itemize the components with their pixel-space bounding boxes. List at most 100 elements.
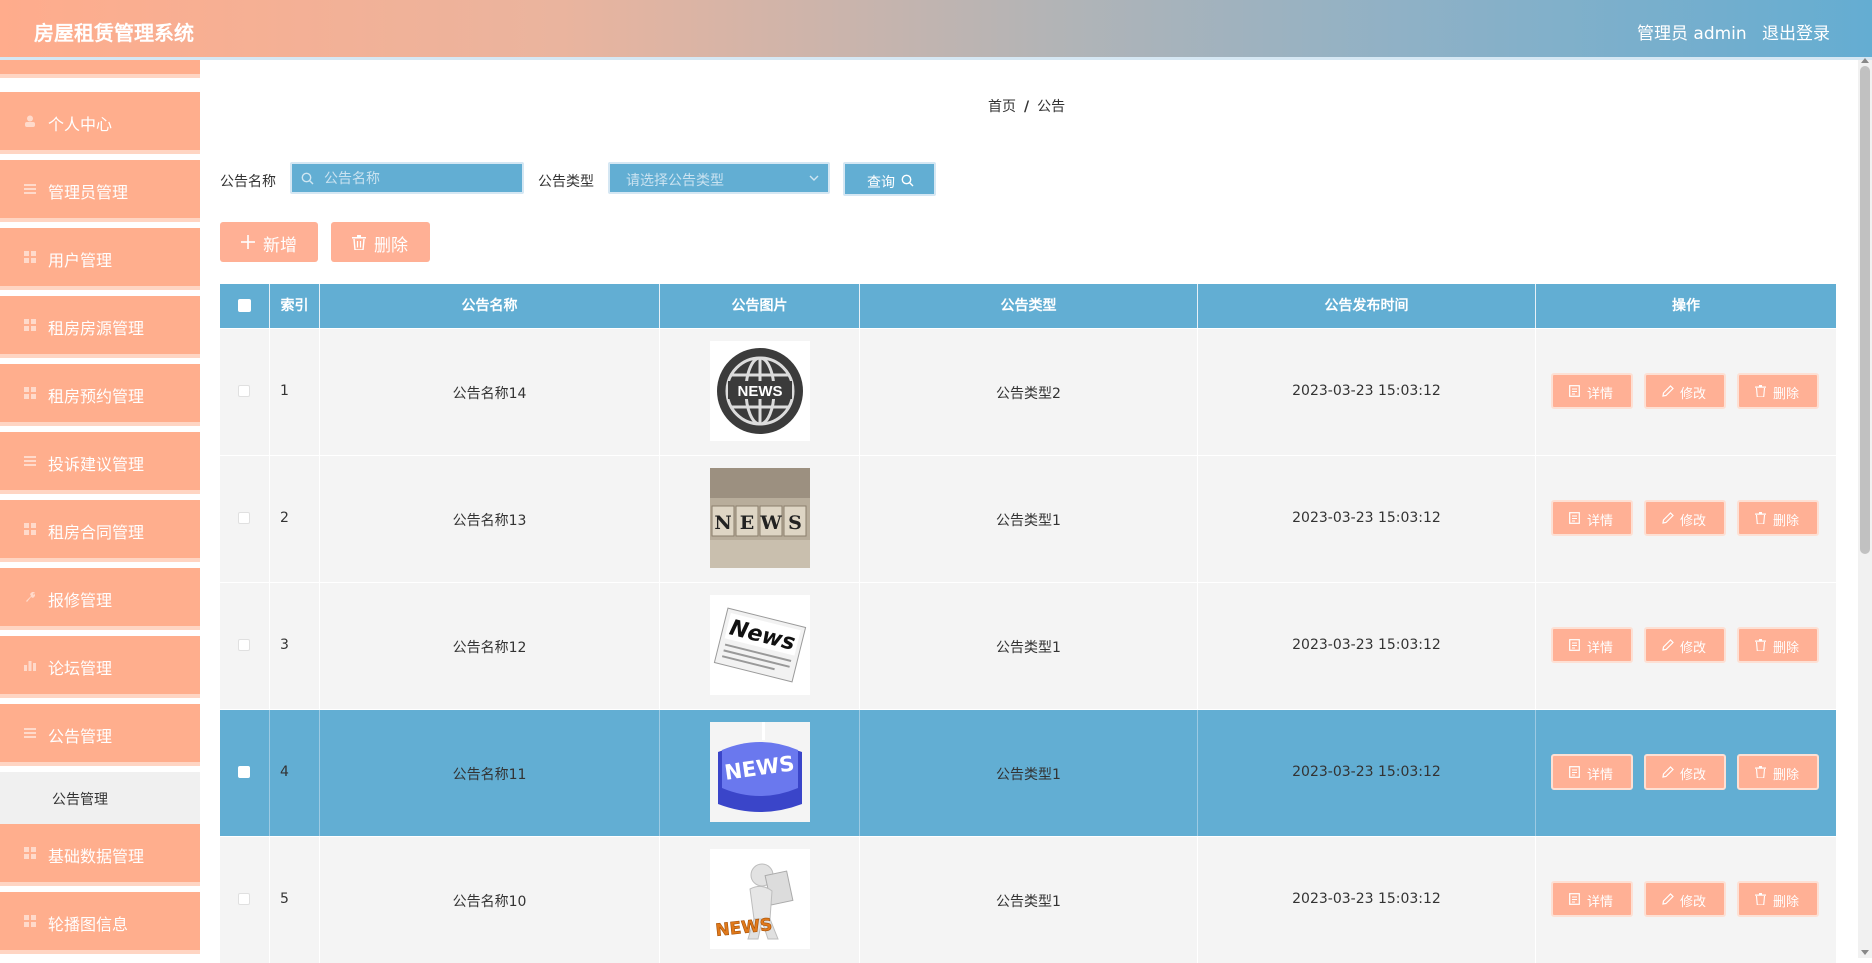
user-icon bbox=[25, 115, 35, 127]
edit-icon bbox=[1662, 639, 1674, 651]
sidebar-item-listings[interactable]: 租房房源管理 bbox=[0, 296, 200, 358]
edit-label: 修改 bbox=[1680, 768, 1707, 783]
row-delete-button[interactable]: 删除 bbox=[1737, 373, 1819, 409]
detail-label: 详情 bbox=[1587, 768, 1614, 783]
submenu-item-announcements[interactable]: 公告管理 bbox=[0, 772, 200, 824]
detail-button[interactable]: 详情 bbox=[1551, 627, 1633, 663]
publish-time: 2023-03-23 15:03:12 bbox=[1292, 383, 1441, 399]
trash-icon bbox=[1755, 512, 1766, 524]
detail-label: 详情 bbox=[1587, 895, 1614, 910]
select-all-cell bbox=[220, 284, 270, 328]
table-row[interactable]: 4 公告名称11 NEWS 公告类型1 2023-03-23 15:03:12 … bbox=[220, 709, 1836, 836]
search-icon bbox=[301, 172, 314, 185]
row-index: 2 bbox=[280, 510, 289, 526]
row-delete-button[interactable]: 删除 bbox=[1737, 500, 1819, 536]
sidebar-item-base-data[interactable]: 基础数据管理 bbox=[0, 824, 200, 886]
scroll-down-arrow[interactable] bbox=[1861, 950, 1869, 955]
edit-icon bbox=[1662, 385, 1674, 397]
sidebar-item-complaints[interactable]: 投诉建议管理 bbox=[0, 432, 200, 494]
delete-label: 删除 bbox=[1773, 387, 1800, 402]
detail-button[interactable]: 详情 bbox=[1551, 881, 1633, 917]
row-checkbox[interactable] bbox=[238, 512, 250, 524]
image-cell: N E W S bbox=[660, 456, 860, 582]
table-row[interactable]: 2 公告名称13 N E W S 公告类型1 2023-03-23 15:03:… bbox=[220, 455, 1836, 582]
svg-text:S: S bbox=[788, 512, 802, 534]
name-cell: 公告名称10 bbox=[320, 837, 660, 963]
sidebar-item-users[interactable]: 用户管理 bbox=[0, 228, 200, 290]
type-cell: 公告类型1 bbox=[860, 583, 1198, 709]
row-checkbox[interactable] bbox=[238, 639, 250, 651]
search-icon bbox=[901, 174, 914, 187]
sidebar-item-label: 管理员管理 bbox=[48, 183, 129, 202]
edit-button[interactable]: 修改 bbox=[1644, 754, 1726, 790]
sidebar-item-bookings[interactable]: 租房预约管理 bbox=[0, 364, 200, 426]
sidebar-item-contracts[interactable]: 租房合同管理 bbox=[0, 500, 200, 562]
table-row[interactable]: 1 公告名称14 NEWS 公告类型2 2023-03-23 15:03:12 bbox=[220, 328, 1836, 455]
name-filter-label: 公告名称 bbox=[220, 174, 276, 190]
detail-button[interactable]: 详情 bbox=[1551, 373, 1633, 409]
name-search-input[interactable] bbox=[322, 168, 521, 190]
detail-button[interactable]: 详情 bbox=[1551, 754, 1633, 790]
row-checkbox[interactable] bbox=[238, 385, 250, 397]
sidebar-item-forum[interactable]: 论坛管理 bbox=[0, 636, 200, 698]
chevron-down-icon bbox=[809, 175, 819, 181]
query-button[interactable]: 查询 bbox=[843, 162, 936, 196]
breadcrumb-home[interactable]: 首页 bbox=[988, 99, 1016, 115]
table-row[interactable]: 3 公告名称12 News 公告类型1 2023-03-23 15:03:12 bbox=[220, 582, 1836, 709]
edit-button[interactable]: 修改 bbox=[1644, 627, 1726, 663]
name-cell: 公告名称14 bbox=[320, 329, 660, 455]
edit-button[interactable]: 修改 bbox=[1644, 373, 1726, 409]
news-key-icon: NEWS bbox=[710, 722, 810, 822]
sidebar-item-label: 轮播图信息 bbox=[48, 915, 129, 934]
row-delete-button[interactable]: 删除 bbox=[1737, 754, 1819, 790]
edit-icon bbox=[1662, 512, 1674, 524]
sidebar-item-profile[interactable]: 个人中心 bbox=[0, 92, 200, 154]
announcement-name: 公告名称10 bbox=[452, 894, 527, 910]
sidebar-item-admins[interactable]: 管理员管理 bbox=[0, 160, 200, 222]
edit-button[interactable]: 修改 bbox=[1644, 881, 1726, 917]
row-select-cell bbox=[220, 329, 270, 455]
name-search-field[interactable] bbox=[290, 162, 524, 194]
logout-link[interactable]: 退出登录 bbox=[1762, 19, 1830, 44]
sidebar-item-label: 公告管理 bbox=[48, 727, 113, 746]
publish-time: 2023-03-23 15:03:12 bbox=[1292, 637, 1441, 653]
select-all-checkbox[interactable] bbox=[238, 299, 251, 312]
page-scrollbar[interactable] bbox=[1858, 58, 1872, 958]
document-icon bbox=[1569, 893, 1580, 905]
row-select-cell bbox=[220, 837, 270, 963]
trash-icon bbox=[1755, 893, 1766, 905]
index-cell: 3 bbox=[270, 583, 320, 709]
sidebar: 个人中心 管理员管理 用户管理 租房房源管理 租房预约管理 投诉建议管理 租房合… bbox=[0, 60, 200, 958]
type-select[interactable]: 请选择公告类型 bbox=[608, 162, 830, 194]
operations-cell: 详情 修改 删除 bbox=[1536, 710, 1836, 836]
sidebar-item-announcements[interactable]: 公告管理 bbox=[0, 704, 200, 766]
publish-time: 2023-03-23 15:03:12 bbox=[1292, 891, 1441, 907]
wrench-icon bbox=[26, 592, 35, 602]
edit-button[interactable]: 修改 bbox=[1644, 500, 1726, 536]
scroll-thumb[interactable] bbox=[1860, 66, 1870, 554]
list-icon bbox=[24, 456, 36, 466]
row-delete-button[interactable]: 删除 bbox=[1737, 627, 1819, 663]
announcement-name: 公告名称11 bbox=[452, 767, 527, 783]
row-checkbox[interactable] bbox=[238, 893, 250, 905]
detail-button[interactable]: 详情 bbox=[1551, 500, 1633, 536]
sidebar-item-carousel[interactable]: 轮播图信息 bbox=[0, 892, 200, 954]
sidebar-item-repairs[interactable]: 报修管理 bbox=[0, 568, 200, 630]
name-cell: 公告名称13 bbox=[320, 456, 660, 582]
row-select-cell bbox=[220, 710, 270, 836]
bulk-delete-button[interactable]: 删除 bbox=[331, 222, 430, 262]
sidebar-item-hidden-top[interactable] bbox=[0, 60, 200, 78]
grid-icon bbox=[24, 319, 36, 331]
scroll-up-arrow[interactable] bbox=[1861, 58, 1869, 63]
column-header: 索引 bbox=[270, 284, 320, 328]
delete-label: 删除 bbox=[1773, 768, 1800, 783]
trash-icon bbox=[1755, 639, 1766, 651]
row-checkbox[interactable] bbox=[238, 766, 250, 778]
column-header: 公告类型 bbox=[860, 284, 1198, 328]
breadcrumb-separator: / bbox=[1024, 99, 1030, 115]
publish-time: 2023-03-23 15:03:12 bbox=[1292, 764, 1441, 780]
add-button[interactable]: 新增 bbox=[220, 222, 318, 262]
table-row[interactable]: 5 公告名称10 NEWS 公告类型1 2023-03-23 15:03:12 … bbox=[220, 836, 1836, 963]
row-delete-button[interactable]: 删除 bbox=[1737, 881, 1819, 917]
grid-icon bbox=[24, 523, 36, 535]
